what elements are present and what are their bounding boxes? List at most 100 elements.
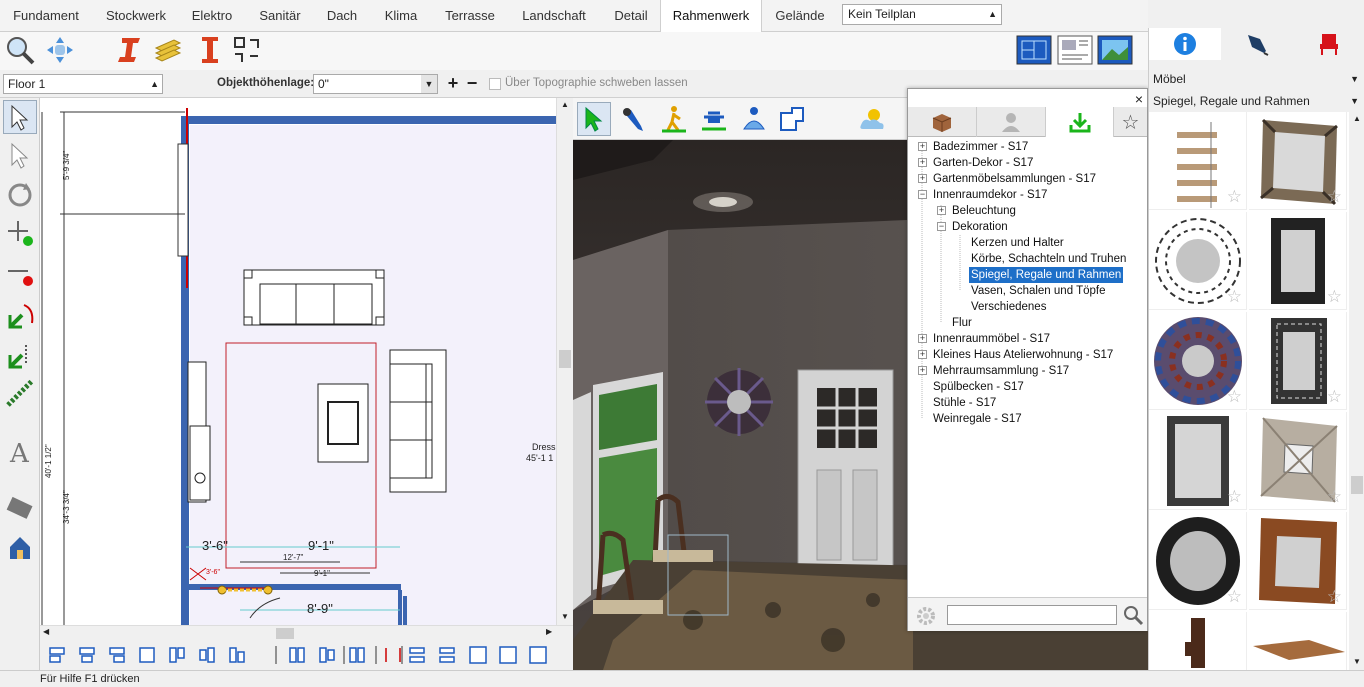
plus-button[interactable]: +	[444, 74, 462, 94]
tree-item[interactable]: Weinregale - S17	[933, 411, 1022, 427]
tab-stockwerk[interactable]: Stockwerk	[92, 0, 180, 32]
drone-view-icon[interactable]	[697, 102, 731, 136]
scroll-thumb[interactable]	[1351, 476, 1363, 494]
gallery-item-sunburst-mirror[interactable]: ☆	[1149, 212, 1247, 310]
gallery-item-floating-shelf[interactable]	[1249, 612, 1347, 670]
expand-icon[interactable]: +	[918, 334, 927, 343]
tree-item[interactable]: Körbe, Schachteln und Truhen	[971, 251, 1126, 267]
objekthoehe-input[interactable]: 0" ▼	[313, 74, 438, 94]
gallery-item-dark-frame-mirror[interactable]: ☆	[1149, 412, 1247, 510]
tree-item[interactable]: Kerzen und Halter	[971, 235, 1064, 251]
pan-icon[interactable]	[42, 32, 78, 68]
gallery-item-greek-key-mirror[interactable]: ☆	[1249, 312, 1347, 410]
tree-item[interactable]: Garten-Dekor - S17	[933, 155, 1033, 171]
favorite-star-icon[interactable]: ☆	[1327, 587, 1342, 607]
floor-layout-icon[interactable]	[775, 102, 809, 136]
category-select[interactable]: Möbel ▼	[1151, 69, 1363, 89]
favorite-star-icon[interactable]: ☆	[1327, 287, 1342, 307]
layout-view-icon[interactable]	[1055, 32, 1095, 68]
chair-tab[interactable]	[1293, 28, 1364, 60]
scroll-down-icon[interactable]: ▼	[1353, 657, 1361, 666]
expand-icon[interactable]: +	[937, 206, 946, 215]
tree-item[interactable]: Gartenmöbelsammlungen - S17	[933, 171, 1096, 187]
tree-item[interactable]: Kleines Haus Atelierwohnung - S17	[933, 347, 1113, 363]
gallery-item-rustic-wood-mirror[interactable]: ☆	[1249, 512, 1347, 610]
tree-item[interactable]: Verschiedenes	[971, 299, 1046, 315]
steel-beam-icon[interactable]	[112, 32, 148, 68]
library-user-tab[interactable]	[977, 107, 1046, 137]
dimension-chain-icon[interactable]	[3, 376, 37, 410]
floor-plan-canvas[interactable]: 5'-9 3/4" 40'-1 1/2" 34'-3 3/4" 3'-6" 9'…	[40, 98, 556, 625]
break-line-icon[interactable]	[3, 298, 37, 332]
column-icon[interactable]	[192, 32, 228, 68]
gallery-item-black-frame-mirror[interactable]: ☆	[1249, 212, 1347, 310]
gallery-item-wall-shelf[interactable]: ☆	[1149, 112, 1247, 210]
joists-icon[interactable]	[150, 32, 186, 68]
scroll-right-icon[interactable]: ▶	[546, 627, 552, 636]
scroll-thumb[interactable]	[559, 350, 571, 368]
tab-gelaende[interactable]: Gelände	[762, 0, 838, 32]
tree-item[interactable]: Innenraummöbel - S17	[933, 331, 1050, 347]
select-arrow-alt-icon[interactable]	[3, 138, 37, 172]
expand-icon[interactable]: +	[918, 158, 927, 167]
gallery-item-square-framed-mirror[interactable]: ☆	[1249, 112, 1347, 210]
favorite-star-icon[interactable]: ☆	[1227, 487, 1242, 507]
plan-vertical-scrollbar[interactable]: ▲ ▼	[556, 98, 573, 625]
walkthrough-icon[interactable]	[657, 102, 691, 136]
close-icon[interactable]: ×	[1135, 91, 1143, 107]
join-line-icon[interactable]	[3, 338, 37, 372]
expand-icon[interactable]: +	[918, 350, 927, 359]
favorite-star-icon[interactable]: ☆	[1227, 287, 1242, 307]
pen-tab[interactable]	[1221, 28, 1293, 60]
tree-item-selected[interactable]: Spiegel, Regale und Rahmen	[969, 267, 1124, 283]
add-point-icon[interactable]	[3, 216, 37, 250]
sun-weather-icon[interactable]	[855, 102, 889, 136]
rotate-icon[interactable]	[3, 178, 37, 212]
tree-item[interactable]: Innenraumdekor - S17	[933, 187, 1047, 203]
subcategory-select[interactable]: Spiegel, Regale und Rahmen ▼	[1151, 91, 1363, 111]
camera-view-icon[interactable]	[1095, 32, 1135, 68]
film-strip-icon[interactable]	[3, 490, 37, 524]
expand-icon[interactable]: +	[918, 142, 927, 151]
library-objects-tab[interactable]	[908, 107, 977, 137]
minus-button[interactable]: −	[463, 74, 481, 94]
favorite-star-icon[interactable]: ☆	[1327, 187, 1342, 207]
tree-item[interactable]: Beleuchtung	[952, 203, 1016, 219]
scroll-up-icon[interactable]: ▲	[561, 100, 569, 109]
tree-item[interactable]: Vasen, Schalen und Töpfe	[971, 283, 1105, 299]
search-icon[interactable]	[1122, 604, 1144, 629]
expand-icon[interactable]: +	[918, 366, 927, 375]
alignment-tools-icons[interactable]	[40, 640, 573, 670]
tab-rahmenwerk[interactable]: Rahmenwerk	[660, 0, 762, 33]
tab-terrasse[interactable]: Terrasse	[434, 0, 506, 32]
favorite-star-icon[interactable]: ☆	[1327, 387, 1342, 407]
floor-plan-view-icon[interactable]	[1014, 32, 1054, 68]
tab-dach[interactable]: Dach	[316, 0, 368, 32]
expand-icon[interactable]: +	[918, 174, 927, 183]
chevron-down-icon[interactable]: ▼	[421, 75, 437, 93]
tree-item[interactable]: Spülbecken - S17	[933, 379, 1024, 395]
favorite-star-icon[interactable]: ☆	[1227, 587, 1242, 607]
tab-sanitaer[interactable]: Sanitär	[244, 0, 316, 32]
select-objects-icon[interactable]	[577, 102, 611, 136]
framing-tools-icon[interactable]	[230, 32, 266, 68]
teilplan-select[interactable]: Kein Teilplan ▲	[842, 4, 1002, 25]
favorite-star-icon[interactable]: ☆	[1327, 487, 1342, 507]
gear-icon[interactable]	[916, 606, 936, 629]
info-tab[interactable]	[1149, 28, 1221, 60]
tab-fundament[interactable]: Fundament	[0, 0, 92, 32]
collapse-icon[interactable]: −	[937, 222, 946, 231]
tree-item[interactable]: Stühle - S17	[933, 395, 996, 411]
float-checkbox[interactable]	[489, 78, 501, 90]
tab-klima[interactable]: Klima	[368, 0, 434, 32]
tab-detail[interactable]: Detail	[602, 0, 660, 32]
tree-item[interactable]: Dekoration	[952, 219, 1008, 235]
scroll-up-icon[interactable]: ▲	[1353, 114, 1361, 123]
scroll-thumb[interactable]	[276, 628, 294, 639]
collapse-icon[interactable]: −	[918, 190, 927, 199]
floor-select[interactable]: Floor 1 ▲	[3, 74, 163, 94]
gallery-item-scalloped-black-mirror[interactable]: ☆	[1149, 512, 1247, 610]
orbit-camera-icon[interactable]	[737, 102, 771, 136]
tree-item[interactable]: Flur	[952, 315, 972, 331]
tab-landschaft[interactable]: Landschaft	[506, 0, 602, 32]
